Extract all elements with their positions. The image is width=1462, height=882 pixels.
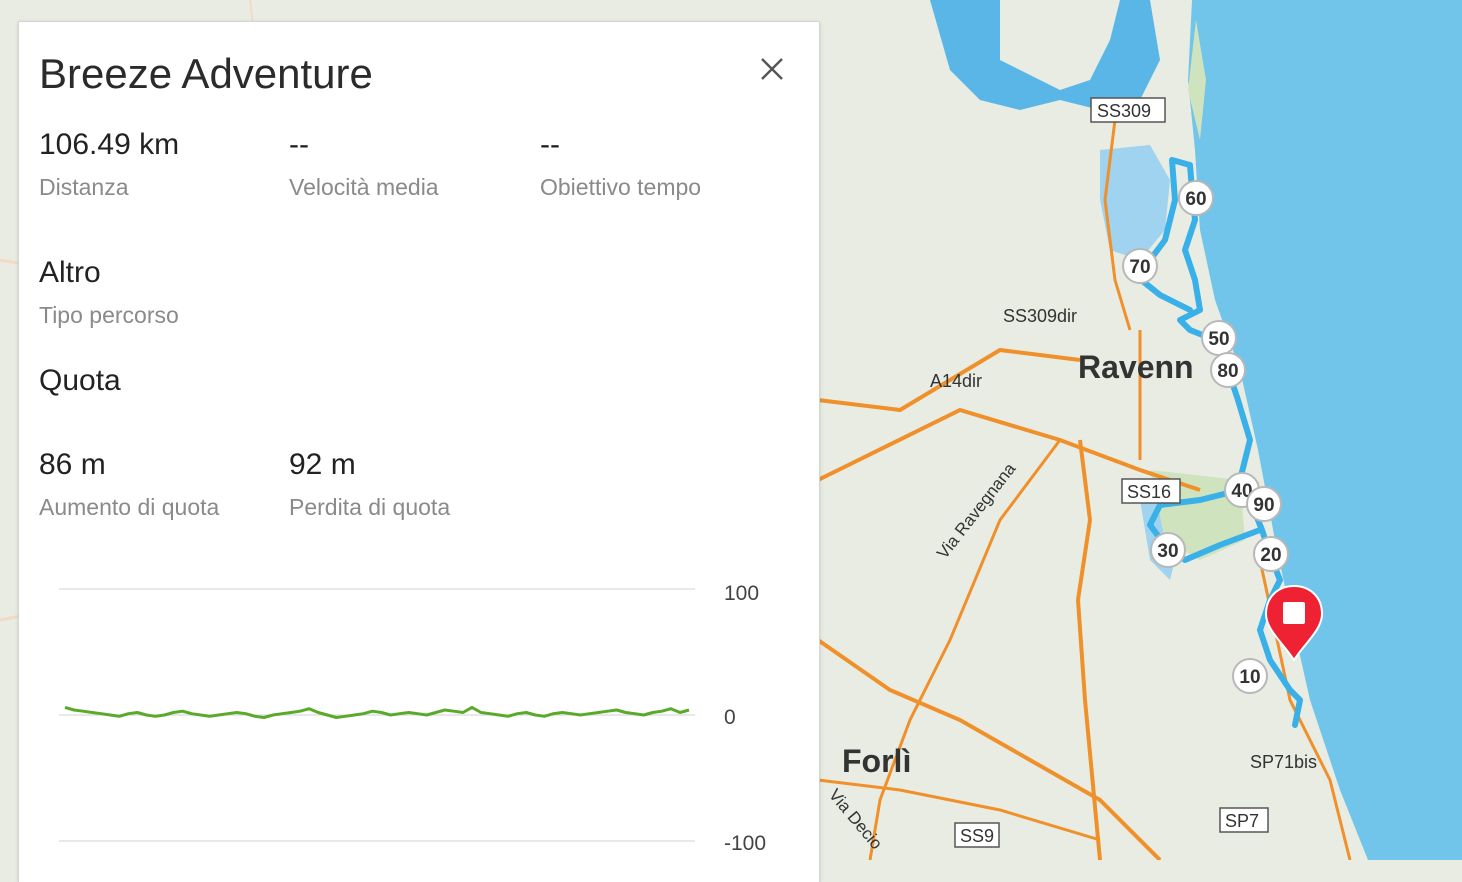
route-type-label: Tipo percorso <box>39 302 179 328</box>
elevation-loss-label: Perdita di quota <box>289 494 451 520</box>
road-label-a14dir: A14dir <box>930 371 982 391</box>
km-marker-30: 30 <box>1150 532 1186 568</box>
y-tick-0: 0 <box>724 706 736 729</box>
elevation-heading: Quota <box>39 364 121 397</box>
stat-time-goal: -- Obiettivo tempo <box>540 128 701 201</box>
km-marker-50: 50 <box>1201 320 1237 356</box>
elevation-line <box>64 705 690 719</box>
road-label-ss309dir: SS309dir <box>1003 306 1077 326</box>
route-title: Breeze Adventure <box>39 50 373 97</box>
avg-speed-label: Velocità media <box>289 174 439 200</box>
svg-text:60: 60 <box>1185 189 1206 210</box>
svg-text:20: 20 <box>1260 545 1281 566</box>
city-label-ravenna: Ravenn <box>1078 349 1194 385</box>
svg-text:90: 90 <box>1253 495 1274 516</box>
svg-text:70: 70 <box>1129 257 1150 278</box>
city-label-forli: Forlì <box>842 743 911 779</box>
km-marker-20: 20 <box>1253 536 1289 572</box>
shield-ss16: SS16 <box>1121 478 1181 504</box>
elevation-chart[interactable]: 100 0 -100 <box>19 562 819 882</box>
stat-route-type: Altro Tipo percorso <box>39 256 179 329</box>
close-icon[interactable] <box>751 48 793 90</box>
km-marker-80: 80 <box>1210 352 1246 388</box>
shield-sp7: SP7 <box>1219 807 1269 833</box>
stat-avg-speed: -- Velocità media <box>289 128 439 201</box>
shield-ss9: SS9 <box>954 822 1000 848</box>
svg-text:SS309: SS309 <box>1097 101 1151 121</box>
shield-ss309: SS309 <box>1090 97 1166 123</box>
route-type-value: Altro <box>39 256 101 289</box>
svg-text:30: 30 <box>1157 541 1178 562</box>
route-info-panel: Breeze Adventure 106.49 km Distanza -- V… <box>18 21 820 882</box>
elevation-gain-value: 86 m <box>39 448 106 481</box>
svg-text:10: 10 <box>1239 667 1260 688</box>
elevation-gain-label: Aumento di quota <box>39 494 220 520</box>
road-label-sp71bis: SP71bis <box>1250 752 1317 772</box>
y-tick-minus-100: -100 <box>724 832 766 855</box>
km-marker-70: 70 <box>1122 248 1158 284</box>
elevation-loss-value: 92 m <box>289 448 356 481</box>
avg-speed-value: -- <box>289 128 309 161</box>
y-tick-100: 100 <box>724 582 759 605</box>
time-goal-label: Obiettivo tempo <box>540 174 702 200</box>
svg-text:SP7: SP7 <box>1225 811 1259 831</box>
svg-text:80: 80 <box>1217 361 1238 382</box>
distance-value: 106.49 km <box>39 128 180 161</box>
time-goal-value: -- <box>540 128 560 161</box>
km-marker-90: 90 <box>1246 486 1282 522</box>
svg-text:50: 50 <box>1208 329 1229 350</box>
stat-distance: 106.49 km Distanza <box>39 128 179 201</box>
distance-label: Distanza <box>39 174 129 200</box>
svg-text:SS9: SS9 <box>960 826 994 846</box>
stat-elevation-gain: 86 m Aumento di quota <box>39 448 219 521</box>
svg-text:SS16: SS16 <box>1127 482 1171 502</box>
stat-elevation-loss: 92 m Perdita di quota <box>289 448 450 521</box>
km-marker-60: 60 <box>1178 180 1214 216</box>
stop-square-icon <box>1283 602 1305 624</box>
km-marker-10: 10 <box>1232 658 1268 694</box>
